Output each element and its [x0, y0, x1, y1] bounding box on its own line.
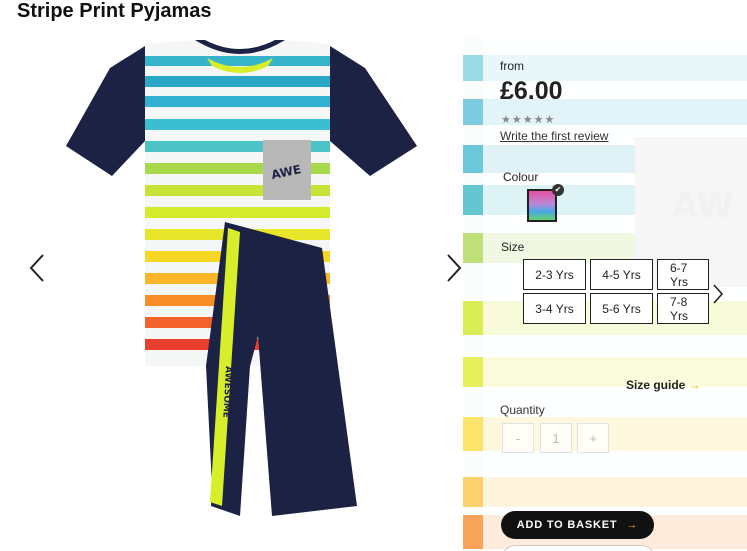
product-image: AWE AWESOME [66, 40, 417, 516]
size-option-3-4[interactable]: 3-4 Yrs [523, 293, 586, 324]
chevron-right-icon[interactable] [710, 281, 726, 307]
chevron-left-icon [29, 254, 44, 282]
size-option-2-3[interactable]: 2-3 Yrs [523, 259, 586, 290]
size-option-6-7[interactable]: 6-7 Yrs [657, 259, 709, 290]
chevron-right-icon [447, 254, 462, 282]
size-guide-label: Size guide [626, 378, 686, 392]
size-option-7-8[interactable]: 7-8 Yrs [657, 293, 709, 324]
product-details-panel: AW from £6.00 ★★★★★ Write the first revi… [463, 37, 747, 551]
price-from-label: from [500, 59, 524, 73]
product-price: £6.00 [500, 77, 563, 105]
secondary-button[interactable] [501, 545, 656, 551]
page-title: Stripe Print Pyjamas [17, 0, 212, 22]
colour-label: Colour [503, 170, 539, 184]
size-label: Size [501, 240, 525, 254]
gallery-prev-button[interactable] [24, 248, 50, 288]
size-guide-link[interactable]: Size guide → [626, 378, 701, 392]
quantity-input[interactable]: 1 [540, 423, 572, 453]
quantity-decrement-button[interactable]: - [502, 423, 534, 453]
arrow-right-icon: → [626, 519, 639, 531]
check-icon: ✔ [552, 184, 564, 196]
add-to-basket-label: ADD TO BASKET [516, 519, 618, 531]
arrow-right-icon: → [688, 378, 701, 392]
add-to-basket-button[interactable]: ADD TO BASKET → [501, 511, 654, 539]
quantity-increment-button[interactable]: + [577, 423, 609, 453]
quantity-label: Quantity [500, 403, 545, 417]
rating-stars: ★★★★★ [501, 114, 556, 126]
write-review-link[interactable]: Write the first review [500, 129, 608, 143]
size-option-5-6[interactable]: 5-6 Yrs [590, 293, 653, 324]
product-gallery: AWE AWESOME [0, 36, 467, 551]
size-option-4-5[interactable]: 4-5 Yrs [590, 259, 653, 290]
